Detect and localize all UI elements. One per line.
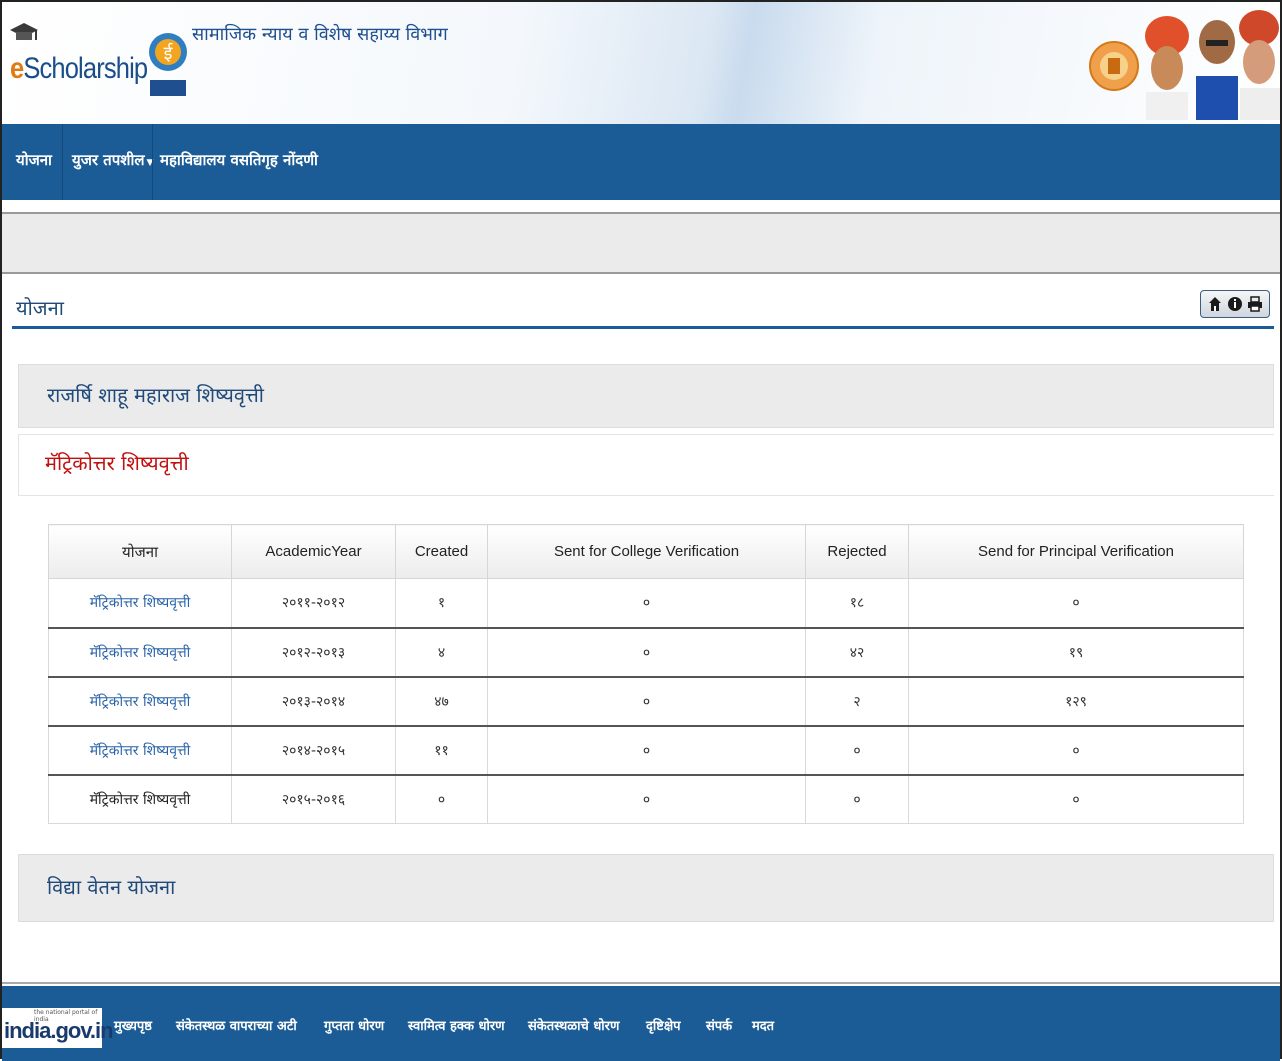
cell-sent-principal: ० [908, 725, 1244, 776]
cell-created: ४७ [395, 676, 488, 727]
cell-scheme: मॅट्रिकोत्तर शिष्यवृत्ती [48, 725, 232, 776]
svg-text:ई: ई [164, 42, 174, 64]
home-icon[interactable] [1206, 294, 1224, 314]
footer-link-home[interactable]: मुख्यपृष्ठ [114, 1016, 152, 1034]
table-row: मॅट्रिकोत्तर शिष्यवृत्ती २०११-२०१२ १ ० १… [48, 578, 1244, 629]
portrait-2 [1196, 20, 1238, 120]
footer-divider [2, 982, 1280, 984]
column-header-created: Created [395, 524, 488, 579]
subsection-post-matric[interactable]: मॅट्रिकोत्तर शिष्यवृत्ती [18, 434, 1274, 496]
column-header-sent-principal: Send for Principal Verification [908, 524, 1244, 579]
cell-year: २०११-२०१२ [231, 578, 396, 629]
cell-sent-principal: १२९ [908, 676, 1244, 727]
cell-rejected: ४२ [805, 627, 909, 678]
scheme-status-table: योजना AcademicYear Created Sent for Coll… [48, 524, 1244, 824]
cell-rejected: १८ [805, 578, 909, 629]
nav-item-user-details[interactable]: युजर तपशील ▼ [72, 150, 153, 170]
section-title: विद्या वेतन योजना [47, 875, 176, 899]
column-header-sent-college: Sent for College Verification [487, 524, 806, 579]
cell-year: २०१२-२०१३ [231, 627, 396, 678]
site-header: eScholarship ई सामाजिक न्याय व विशेष सहा… [2, 2, 1280, 124]
cell-scheme: मॅट्रिकोत्तर शिष्यवृत्ती [48, 676, 232, 727]
table-row: मॅट्रिकोत्तर शिष्यवृत्ती २०१४-२०१५ ११ ० … [48, 725, 1244, 776]
nav-item-schemes[interactable]: योजना [16, 150, 52, 170]
section-vidya-vetan[interactable]: विद्या वेतन योजना [18, 854, 1274, 922]
scheme-link[interactable]: मॅट्रिकोत्तर शिष्यवृत्ती [90, 694, 191, 710]
page-title: योजना [16, 296, 64, 320]
cell-sent-principal: ० [908, 774, 1244, 824]
cell-year: २०१४-२०१५ [231, 725, 396, 776]
cell-year: २०१३-२०१४ [231, 676, 396, 727]
scheme-link[interactable]: मॅट्रिकोत्तर शिष्यवृत्ती [90, 743, 191, 759]
table-row: मॅट्रिकोत्तर शिष्यवृत्ती २०१५-२०१६ ० ० ०… [48, 774, 1244, 824]
site-footer: the national portal of india india.gov.i… [2, 986, 1280, 1061]
title-underline [12, 326, 1274, 329]
portrait-1 [1145, 16, 1189, 120]
footer-link-help[interactable]: मदत [752, 1016, 774, 1034]
section-rajarshi-shahu[interactable]: राजर्षि शाहू महाराज शिष्यवृत्ती [18, 364, 1274, 428]
india-gov-logo[interactable]: the national portal of india india.gov.i… [2, 1008, 114, 1048]
column-header-scheme: योजना [48, 524, 232, 579]
section-title: राजर्षि शाहू महाराज शिष्यवृत्ती [47, 383, 264, 407]
table-header-row: योजना AcademicYear Created Sent for Coll… [48, 524, 1244, 579]
graduation-cap-icon [10, 23, 38, 40]
cell-created: ११ [395, 725, 488, 776]
table-row: मॅट्रिकोत्तर शिष्यवृत्ती २०१३-२०१४ ४७ ० … [48, 676, 1244, 727]
cell-year: २०१५-२०१६ [231, 774, 396, 824]
escholarship-logo[interactable]: eScholarship [10, 52, 148, 86]
cell-created: १ [395, 578, 488, 629]
logo-text: Scholarship [23, 52, 148, 85]
cell-sent-principal: ० [908, 578, 1244, 629]
cell-rejected: ० [805, 725, 909, 776]
page-toolbar [1200, 290, 1270, 318]
cell-scheme: मॅट्रिकोत्तर शिष्यवृत्ती [48, 578, 232, 629]
scheme-link[interactable]: मॅट्रिकोत्तर शिष्यवृत्ती [90, 595, 191, 611]
cell-sent-college: ० [487, 774, 806, 824]
india-gov-logo-text: india.gov.in [4, 1018, 114, 1043]
nav-divider [152, 124, 153, 200]
nav-item-label: युजर तपशील [72, 151, 145, 169]
maharashtra-seal-icon [1089, 41, 1139, 91]
info-icon[interactable] [1226, 294, 1244, 314]
portrait-3 [1239, 10, 1280, 120]
nav-divider [62, 124, 63, 200]
cell-sent-college: ० [487, 725, 806, 776]
cell-sent-college: ० [487, 578, 806, 629]
cell-created: ४ [395, 627, 488, 678]
cell-sent-principal: १९ [908, 627, 1244, 678]
nav-item-college-hostel-registration[interactable]: महाविद्यालय वसतिगृह नोंदणी [160, 150, 318, 170]
footer-link-contact[interactable]: संपर्क [706, 1016, 732, 1034]
print-icon[interactable] [1246, 294, 1264, 314]
footer-link-copyright[interactable]: स्वामित्व हक्क धोरण [408, 1016, 505, 1034]
column-header-rejected: Rejected [805, 524, 909, 579]
department-name: सामाजिक न्याय व विशेष सहाय्य विभाग [192, 24, 448, 45]
cell-rejected: ० [805, 774, 909, 824]
page-frame: eScholarship ई सामाजिक न्याय व विशेष सहा… [0, 0, 1282, 1061]
cell-scheme: मॅट्रिकोत्तर शिष्यवृत्ती [48, 627, 232, 678]
cell-rejected: २ [805, 676, 909, 727]
gray-band [2, 212, 1280, 274]
scheme-link[interactable]: मॅट्रिकोत्तर शिष्यवृत्ती [90, 645, 191, 661]
footer-link-privacy[interactable]: गुप्तता धोरण [324, 1016, 384, 1034]
subsection-title: मॅट्रिकोत्तर शिष्यवृत्ती [45, 451, 189, 475]
department-emblem-icon: ई [149, 33, 187, 96]
footer-link-sitemap[interactable]: दृष्टिक्षेप [646, 1016, 681, 1034]
cell-sent-college: ० [487, 627, 806, 678]
column-header-academic-year: AcademicYear [231, 524, 396, 579]
footer-link-terms[interactable]: संकेतस्थळ वापराच्या अटी [176, 1016, 297, 1034]
main-nav: योजना युजर तपशील ▼ महाविद्यालय वसतिगृह नो… [2, 124, 1280, 200]
cell-created: ० [395, 774, 488, 824]
cell-scheme: मॅट्रिकोत्तर शिष्यवृत्ती [48, 774, 232, 824]
table-row: मॅट्रिकोत्तर शिष्यवृत्ती २०१२-२०१३ ४ ० ४… [48, 627, 1244, 678]
cell-sent-college: ० [487, 676, 806, 727]
footer-link-website-policy[interactable]: संकेतस्थळाचे धोरण [528, 1016, 619, 1034]
